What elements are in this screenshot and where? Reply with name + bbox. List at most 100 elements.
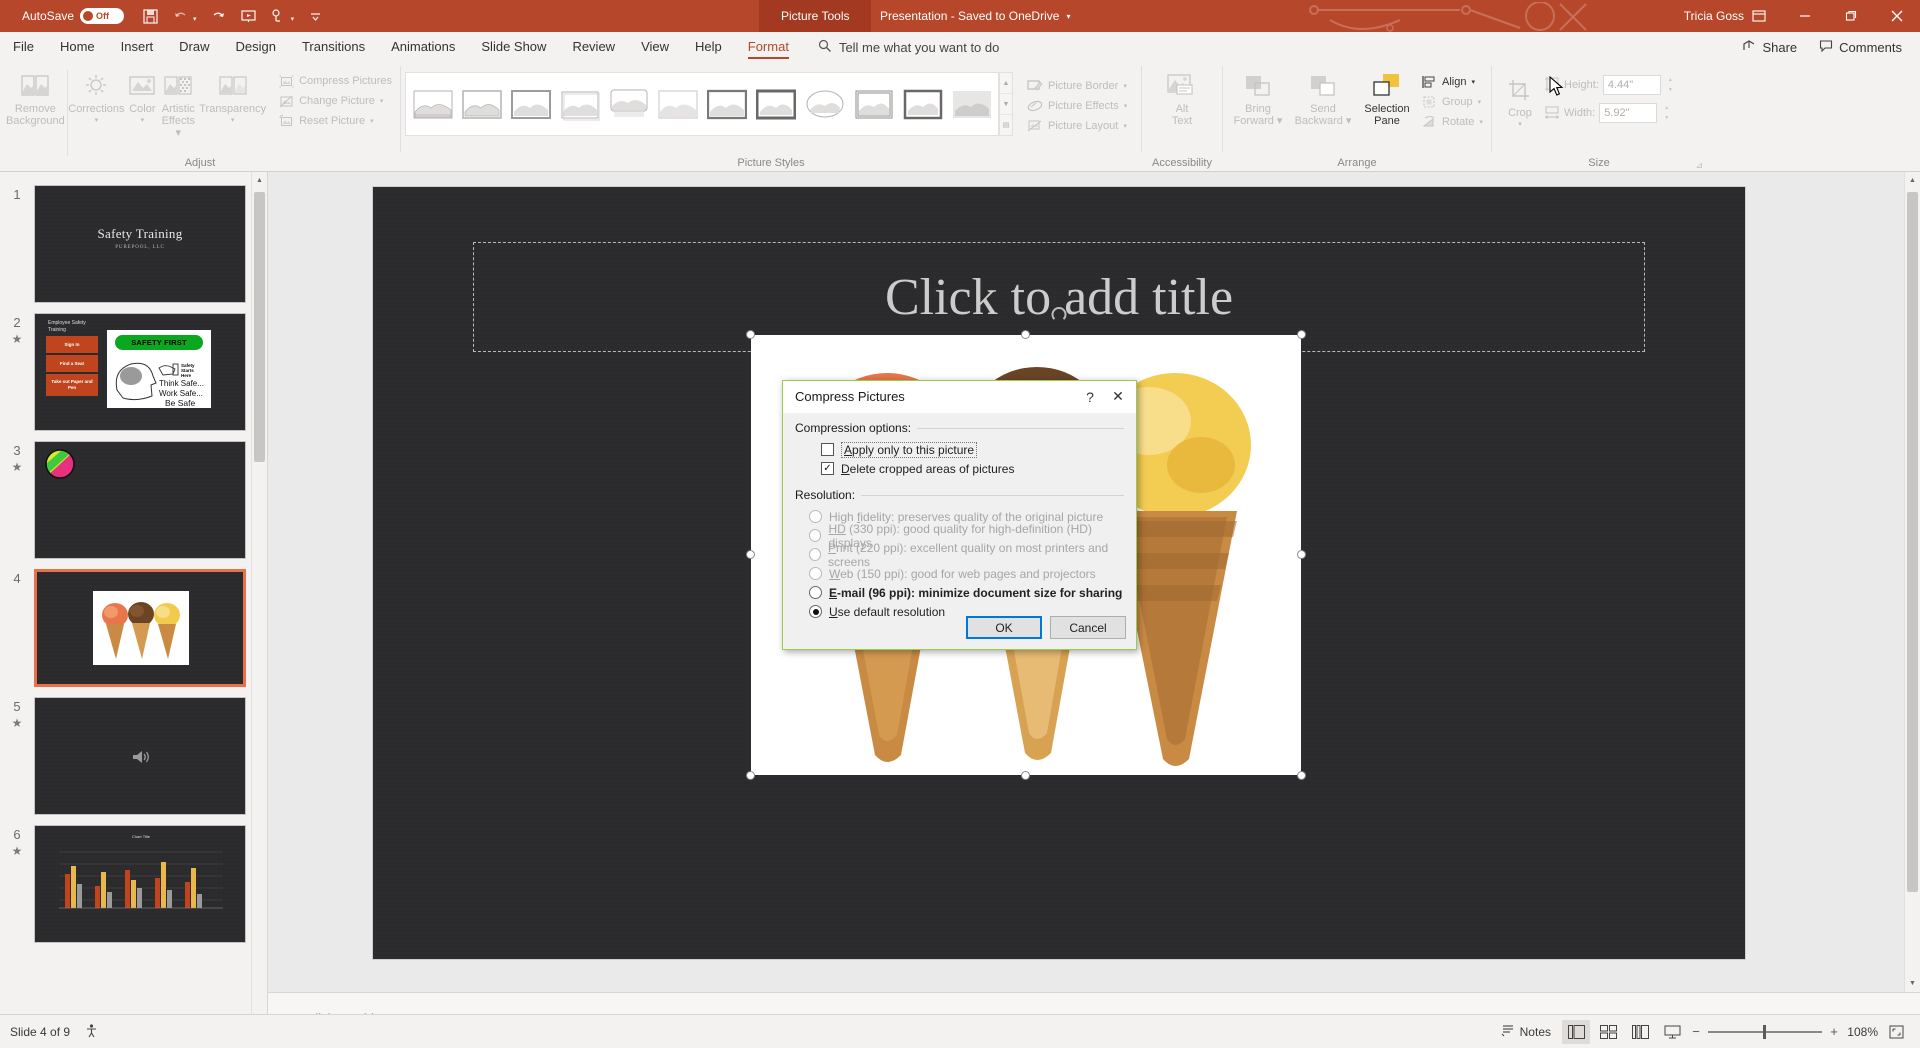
radio-resolution-email-96[interactable]: E-mail (96 ppi): minimize document size … bbox=[795, 583, 1124, 602]
share-button[interactable]: Share bbox=[1732, 36, 1807, 59]
save-icon[interactable] bbox=[142, 8, 159, 25]
apply-only-checkbox-box[interactable] bbox=[821, 443, 834, 456]
help-icon[interactable]: ? bbox=[1076, 384, 1104, 410]
tab-slide-show[interactable]: Slide Show bbox=[468, 32, 559, 62]
document-title[interactable]: Presentation - Saved to OneDrive ▾ bbox=[880, 0, 1070, 32]
height-input[interactable]: 4.44" bbox=[1602, 75, 1661, 95]
crop-button[interactable]: Crop ▾ bbox=[1496, 70, 1544, 134]
customize-qat-icon[interactable] bbox=[307, 8, 324, 25]
picture-layout-caret-icon[interactable]: ▾ bbox=[1123, 122, 1127, 130]
restore-icon[interactable] bbox=[1828, 0, 1874, 32]
thumbnail-slide-3[interactable]: 3 ★ bbox=[0, 436, 267, 564]
style-beveled-matte[interactable] bbox=[459, 84, 504, 124]
rotate-caret-icon[interactable]: ▾ bbox=[1479, 118, 1483, 126]
thumbnail-image-1[interactable]: Safety Training PUREPOOL, LLC bbox=[34, 185, 246, 303]
picture-handle-top-right[interactable] bbox=[1297, 330, 1306, 339]
crop-caret-icon[interactable]: ▾ bbox=[1518, 119, 1522, 131]
style-relaxed-perspective[interactable] bbox=[753, 84, 798, 124]
tab-view[interactable]: View bbox=[628, 32, 682, 62]
thumbnail-scroll-up-icon[interactable]: ▲ bbox=[252, 172, 267, 189]
checkbox-delete-cropped-areas[interactable]: ✓ Delete cropped areas of pictures bbox=[795, 459, 1124, 478]
picture-styles-gallery[interactable] bbox=[405, 72, 999, 136]
thumbnail-image-6[interactable]: Chart Title bbox=[34, 825, 246, 943]
delete-cropped-checkbox-box[interactable]: ✓ bbox=[821, 462, 834, 475]
align-caret-icon[interactable]: ▾ bbox=[1471, 78, 1475, 86]
notes-button[interactable]: Notes bbox=[1494, 1020, 1558, 1043]
zoom-track[interactable] bbox=[1708, 1024, 1822, 1039]
picture-rotate-handle[interactable] bbox=[1051, 307, 1067, 322]
artistic-effects-button[interactable]: Artistic Effects ▾ bbox=[159, 66, 197, 142]
picture-handle-bottom-center[interactable] bbox=[1021, 771, 1030, 780]
gallery-more-icon[interactable]: ▤ bbox=[1000, 115, 1012, 135]
view-slide-show-button[interactable] bbox=[1658, 1020, 1686, 1044]
gallery-scroll-down-icon[interactable]: ▼ bbox=[1000, 94, 1012, 115]
tab-format[interactable]: Format bbox=[735, 32, 802, 62]
picture-styles-gallery-scroll[interactable]: ▲ ▼ ▤ bbox=[999, 72, 1013, 136]
canvas-scroll-down-icon[interactable]: ▼ bbox=[1905, 975, 1920, 992]
width-input[interactable]: 5.92" bbox=[1599, 103, 1658, 123]
picture-border-caret-icon[interactable]: ▾ bbox=[1123, 82, 1127, 90]
undo-caret-icon[interactable]: ▾ bbox=[193, 15, 197, 23]
user-account[interactable]: Tricia Goss bbox=[1684, 0, 1744, 32]
width-stepper-up-icon[interactable]: ▲ bbox=[1661, 103, 1672, 113]
view-reading-button[interactable] bbox=[1626, 1020, 1654, 1044]
height-stepper-up-icon[interactable]: ▲ bbox=[1665, 75, 1676, 85]
tab-help[interactable]: Help bbox=[682, 32, 735, 62]
style-soft-edge-oval[interactable] bbox=[655, 84, 700, 124]
tab-draw[interactable]: Draw bbox=[166, 32, 222, 62]
comments-button[interactable]: Comments bbox=[1809, 36, 1912, 59]
accessibility-checker-icon[interactable] bbox=[84, 1023, 99, 1041]
color-caret-icon[interactable]: ▾ bbox=[141, 115, 145, 127]
redo-icon[interactable] bbox=[210, 8, 227, 25]
thumbnail-slide-1[interactable]: 1 Safety Training PUREPOOL, LLC bbox=[0, 180, 267, 308]
zoom-out-button[interactable]: − bbox=[1690, 1024, 1702, 1039]
corrections-button[interactable]: Corrections ▾ bbox=[67, 66, 125, 130]
picture-border-button[interactable]: Picture Border ▾ bbox=[1023, 76, 1131, 96]
transparency-caret-icon[interactable]: ▾ bbox=[231, 115, 235, 127]
close-icon[interactable] bbox=[1874, 0, 1920, 32]
compress-pictures-dialog[interactable]: Compress Pictures ? ✕ Compression option… bbox=[782, 380, 1137, 650]
zoom-knob[interactable] bbox=[1762, 1024, 1766, 1039]
style-rotated-white[interactable] bbox=[851, 84, 896, 124]
thumbnail-image-5[interactable] bbox=[34, 697, 246, 815]
email-radio-circle[interactable] bbox=[809, 586, 822, 599]
group-caret-icon[interactable]: ▾ bbox=[1478, 98, 1482, 106]
autosave-toggle[interactable]: AutoSave Off bbox=[22, 8, 125, 24]
picture-effects-caret-icon[interactable]: ▾ bbox=[1124, 102, 1128, 110]
canvas-scrollbar[interactable]: ▲ ▼ bbox=[1904, 172, 1920, 992]
zoom-level-label[interactable]: 108% bbox=[1844, 1025, 1878, 1039]
thumbnail-image-2[interactable]: Employee Safety Training Sign In Find a … bbox=[34, 313, 246, 431]
picture-handle-middle-left[interactable] bbox=[746, 550, 755, 559]
zoom-slider[interactable]: − + bbox=[1690, 1024, 1840, 1039]
ok-button[interactable]: OK bbox=[966, 616, 1042, 639]
tab-insert[interactable]: Insert bbox=[108, 32, 167, 62]
reset-picture-caret-icon[interactable]: ▾ bbox=[370, 117, 374, 125]
canvas-scroll-up-icon[interactable]: ▲ bbox=[1905, 172, 1920, 189]
hd-radio-circle[interactable] bbox=[809, 529, 822, 542]
touch-mode-icon[interactable] bbox=[270, 8, 287, 25]
tab-review[interactable]: Review bbox=[559, 32, 628, 62]
dialog-close-icon[interactable]: ✕ bbox=[1104, 384, 1132, 410]
change-picture-caret-icon[interactable]: ▾ bbox=[380, 97, 384, 105]
style-thick-matte[interactable] bbox=[900, 84, 945, 124]
checkbox-apply-only-to-this-picture[interactable]: Apply only to this picture bbox=[795, 440, 1124, 459]
tab-transitions[interactable]: Transitions bbox=[289, 32, 378, 62]
bring-forward-button[interactable]: Bring Forward ▾ bbox=[1227, 66, 1289, 130]
size-dialog-launcher-icon[interactable]: ⊿ bbox=[1695, 160, 1703, 171]
fit-slide-to-window-icon[interactable] bbox=[1882, 1020, 1910, 1044]
rotate-button[interactable]: Rotate ▾ bbox=[1417, 112, 1487, 132]
color-button[interactable]: Color ▾ bbox=[125, 66, 159, 130]
high-fidelity-radio-circle[interactable] bbox=[809, 510, 822, 523]
minimize-icon[interactable] bbox=[1782, 0, 1828, 32]
selection-pane-button[interactable]: Selection Pane bbox=[1357, 66, 1417, 130]
tab-design[interactable]: Design bbox=[223, 32, 289, 62]
picture-handle-top-center[interactable] bbox=[1021, 330, 1030, 339]
height-stepper-down-icon[interactable]: ▼ bbox=[1665, 85, 1676, 95]
document-title-caret-icon[interactable]: ▾ bbox=[1066, 12, 1070, 21]
change-picture-button[interactable]: Change Picture ▾ bbox=[274, 91, 396, 111]
picture-layout-button[interactable]: Picture Layout ▾ bbox=[1023, 116, 1131, 136]
style-drop-shadow[interactable] bbox=[557, 84, 602, 124]
picture-handle-middle-right[interactable] bbox=[1297, 550, 1306, 559]
view-slide-sorter-button[interactable] bbox=[1594, 1020, 1622, 1044]
picture-handle-top-left[interactable] bbox=[746, 330, 755, 339]
